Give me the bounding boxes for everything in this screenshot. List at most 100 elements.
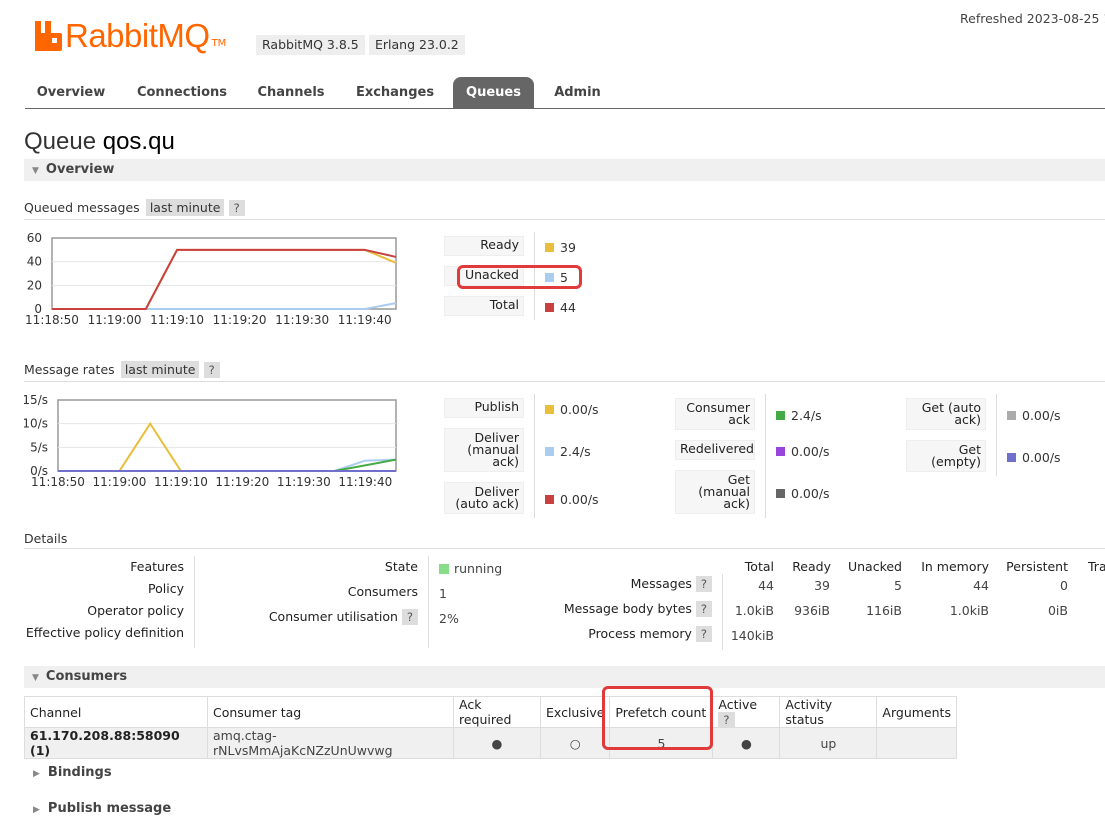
divider xyxy=(24,548,1105,549)
deliver-auto-swatch xyxy=(545,495,554,504)
rates-range-selector[interactable]: last minute xyxy=(120,361,200,378)
logo-tm: TM xyxy=(211,38,227,49)
ready-swatch xyxy=(545,243,554,252)
tab-channels[interactable]: Channels xyxy=(250,77,332,108)
process-row-label: Process memory ? xyxy=(540,626,712,642)
y-tick-label: 20 xyxy=(27,278,42,292)
y-tick-label: 15/s xyxy=(24,393,48,407)
legend-get-empty: Get (empty) xyxy=(906,440,986,472)
deliver-manual-swatch xyxy=(545,447,554,456)
get-empty-swatch xyxy=(1007,453,1016,462)
triangle-right-icon: ▶ xyxy=(33,769,40,779)
deliver-auto-rate-value: 0.00/s xyxy=(560,492,599,507)
arguments-cell xyxy=(876,727,957,759)
overview-section-toggle[interactable]: ▼ Overview xyxy=(24,159,1105,181)
consumer-utilisation-label: Consumer utilisation ? xyxy=(220,609,418,625)
divider xyxy=(24,381,1105,382)
get-auto-swatch xyxy=(1007,411,1016,420)
queued-messages-header: Queued messages last minute ? xyxy=(24,199,245,216)
tab-overview[interactable]: Overview xyxy=(25,77,117,108)
rabbitmq-logo[interactable]: RabbitMQ TM xyxy=(35,16,226,56)
queued-chart-svg: 604020011:18:50 11:19:00 11:19:10 11:19:20 1… xyxy=(25,231,397,327)
table-header-row: Channel Consumer tag Ack required Exclus… xyxy=(24,696,957,728)
details-divider xyxy=(194,556,195,648)
operator-policy-label: Operator policy xyxy=(87,603,184,618)
features-label: Features xyxy=(130,559,184,574)
get-auto-rate: 0.00/s xyxy=(1007,408,1061,423)
consumers-section-label: Consumers xyxy=(45,669,128,684)
col-total: Total xyxy=(744,559,774,574)
messages-total: 44 xyxy=(758,578,774,593)
legend-total-label: Total xyxy=(489,297,519,312)
x-tick-label: 11:19:00 xyxy=(93,475,147,489)
legend-redelivered: Redelivered xyxy=(675,440,755,460)
tab-connections[interactable]: Connections xyxy=(128,77,236,108)
erlang-version-badge: Erlang 23.0.2 xyxy=(369,35,465,55)
state-swatch xyxy=(439,563,449,574)
legend-get-auto-label: Get (auto ack) xyxy=(921,400,981,427)
y-tick-label: 40 xyxy=(27,255,42,269)
refreshed-text[interactable]: Refreshed 2023-08-25 1 xyxy=(960,11,1105,26)
tab-admin[interactable]: Admin xyxy=(545,77,610,108)
col-persistent: Persistent xyxy=(1006,559,1068,574)
th-arguments: Arguments xyxy=(876,696,957,728)
messages-unacked: 5 xyxy=(894,578,902,593)
redelivered-rate: 0.00/s xyxy=(776,444,830,459)
bindings-section-toggle[interactable]: ▶ Bindings xyxy=(33,765,112,780)
policy-label: Policy xyxy=(148,581,184,596)
state-text: running xyxy=(454,561,503,576)
bytes-row-label: Message body bytes ? xyxy=(540,601,712,617)
publish-rate-value: 0.00/s xyxy=(560,402,599,417)
get-manual-swatch xyxy=(776,489,785,498)
total-value: 44 xyxy=(545,300,576,315)
ack-required-cell: ● xyxy=(453,727,541,759)
y-tick-label: 10/s xyxy=(24,417,48,431)
consumers-section-toggle[interactable]: ▼ Consumers xyxy=(24,666,1105,688)
consumers-label: Consumers xyxy=(347,584,418,599)
legend-deliver-manual: Deliver (manual ack) xyxy=(444,428,524,472)
messages-label: Messages xyxy=(630,576,692,591)
get-auto-rate-value: 0.00/s xyxy=(1022,408,1061,423)
legend-redelivered-label: Redelivered xyxy=(680,441,754,456)
x-tick-label: 11:18:50 xyxy=(31,475,85,489)
effective-policy-label: Effective policy definition xyxy=(25,625,184,640)
col-transient: Tra xyxy=(1088,559,1105,574)
y-tick-label: 5/s xyxy=(30,440,48,454)
tab-exchanges[interactable]: Exchanges xyxy=(350,77,440,108)
th-active: Active ? xyxy=(712,696,781,728)
nav-divider xyxy=(25,108,1105,109)
x-tick-label: 11:19:20 xyxy=(213,313,267,327)
col-unacked: Unacked xyxy=(847,559,902,574)
publish-swatch xyxy=(545,405,554,414)
rates-help-button[interactable]: ? xyxy=(203,362,220,378)
bytes-ready: 936iB xyxy=(794,603,830,618)
x-tick-label: 11:19:10 xyxy=(150,313,204,327)
legend-deliver-auto-label: Deliver (auto ack) xyxy=(455,484,519,511)
deliver-manual-rate: 2.4/s xyxy=(545,444,591,459)
x-tick-label: 11:19:40 xyxy=(338,475,392,489)
range-selector[interactable]: last minute xyxy=(145,199,225,216)
redelivered-rate-value: 0.00/s xyxy=(791,444,830,459)
channel-link[interactable]: 61.170.208.88:58090 (1) xyxy=(24,727,208,759)
active-cell: ● xyxy=(712,727,781,759)
queued-chart: 60 40 20 0 11:18:50 11:19:00 11:19:10 11:19:20 1… xyxy=(24,230,404,330)
rates-chart: 15/s 10/s 5/s 0/s 11:18:50 11:19:00 11:19:10 11… xyxy=(22,392,434,492)
prefetch-highlight xyxy=(602,686,713,750)
activity-status-cell: up xyxy=(779,727,878,759)
legend-divider xyxy=(765,394,766,518)
redelivered-swatch xyxy=(776,447,785,456)
details-label: Details xyxy=(24,531,68,546)
process-help-button[interactable]: ? xyxy=(695,626,712,642)
ready-count: 39 xyxy=(560,240,576,255)
legend-publish: Publish xyxy=(444,398,524,418)
active-help-button[interactable]: ? xyxy=(718,712,735,728)
th-ack-required: Ack required xyxy=(453,696,541,728)
help-button[interactable]: ? xyxy=(228,200,245,216)
bytes-help-button[interactable]: ? xyxy=(695,601,712,617)
total-count: 44 xyxy=(560,300,576,315)
publish-message-section-toggle[interactable]: ▶ Publish message xyxy=(33,801,171,816)
messages-help-button[interactable]: ? xyxy=(695,576,712,592)
utilisation-help-button[interactable]: ? xyxy=(401,609,418,625)
process-label: Process memory xyxy=(588,626,692,641)
tab-queues[interactable]: Queues xyxy=(453,77,534,108)
